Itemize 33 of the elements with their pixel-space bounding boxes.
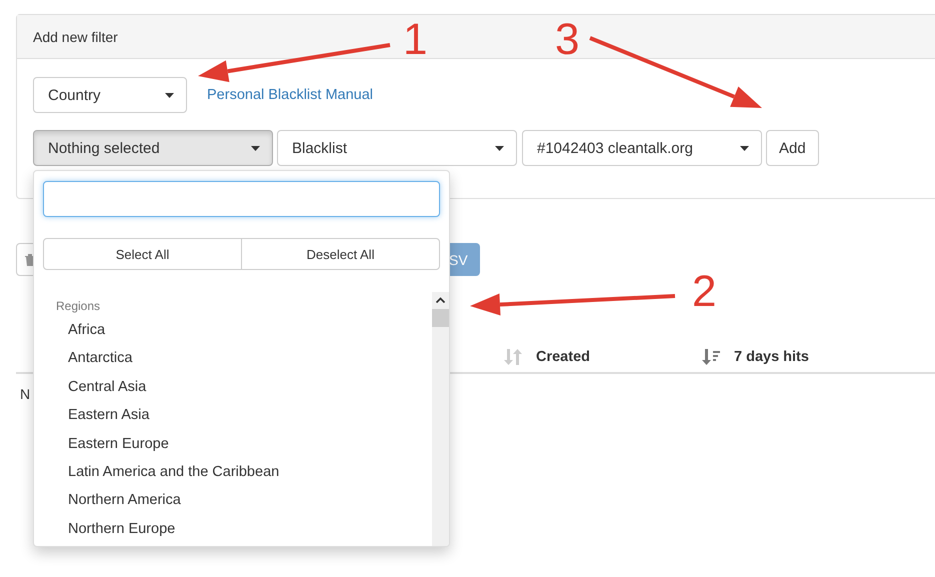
region-option[interactable]: Latin America and the Caribbean xyxy=(34,458,432,486)
region-option[interactable]: Northern Europe xyxy=(34,514,432,544)
add-button[interactable]: Add xyxy=(766,130,819,166)
region-option[interactable]: Eastern Europe xyxy=(34,430,432,458)
region-option[interactable]: Northern America xyxy=(34,486,432,515)
annotation-number: 2 xyxy=(692,270,716,314)
region-option[interactable]: Africa xyxy=(34,316,432,344)
annotation-number: 3 xyxy=(555,18,580,62)
deselect-all-button[interactable]: Deselect All xyxy=(241,238,440,270)
type-select[interactable]: Country xyxy=(33,77,187,113)
scroll-thumb[interactable] xyxy=(432,309,449,327)
region-option[interactable]: Central Asia xyxy=(34,372,432,402)
column-header[interactable]: 7 days hits xyxy=(734,349,809,365)
caret-icon xyxy=(251,146,260,150)
scroll-up-icon[interactable] xyxy=(436,297,445,303)
region-option[interactable]: Antarctica xyxy=(34,344,432,373)
caret-icon xyxy=(740,146,749,150)
caret-icon xyxy=(165,92,174,98)
sort-icon[interactable] xyxy=(702,349,720,365)
group-heading: Regions xyxy=(55,298,102,315)
search-field[interactable] xyxy=(43,181,440,217)
select-all-button[interactable]: Select All xyxy=(43,238,242,270)
column-header[interactable]: Created xyxy=(536,349,590,365)
site-select[interactable]: #1042403 cleantalk.org xyxy=(522,130,762,166)
annotation-number: 1 xyxy=(403,18,428,62)
region-option[interactable]: Eastern Asia xyxy=(34,401,432,430)
caret-icon xyxy=(495,146,504,150)
manual-link[interactable]: Personal Blacklist Manual xyxy=(207,87,374,103)
list-select[interactable]: Blacklist xyxy=(277,130,517,166)
empty-table-text: N xyxy=(20,386,30,402)
scrollbar[interactable] xyxy=(432,292,449,546)
region-select[interactable]: Nothing selected xyxy=(33,130,273,166)
trash-icon xyxy=(25,254,35,266)
